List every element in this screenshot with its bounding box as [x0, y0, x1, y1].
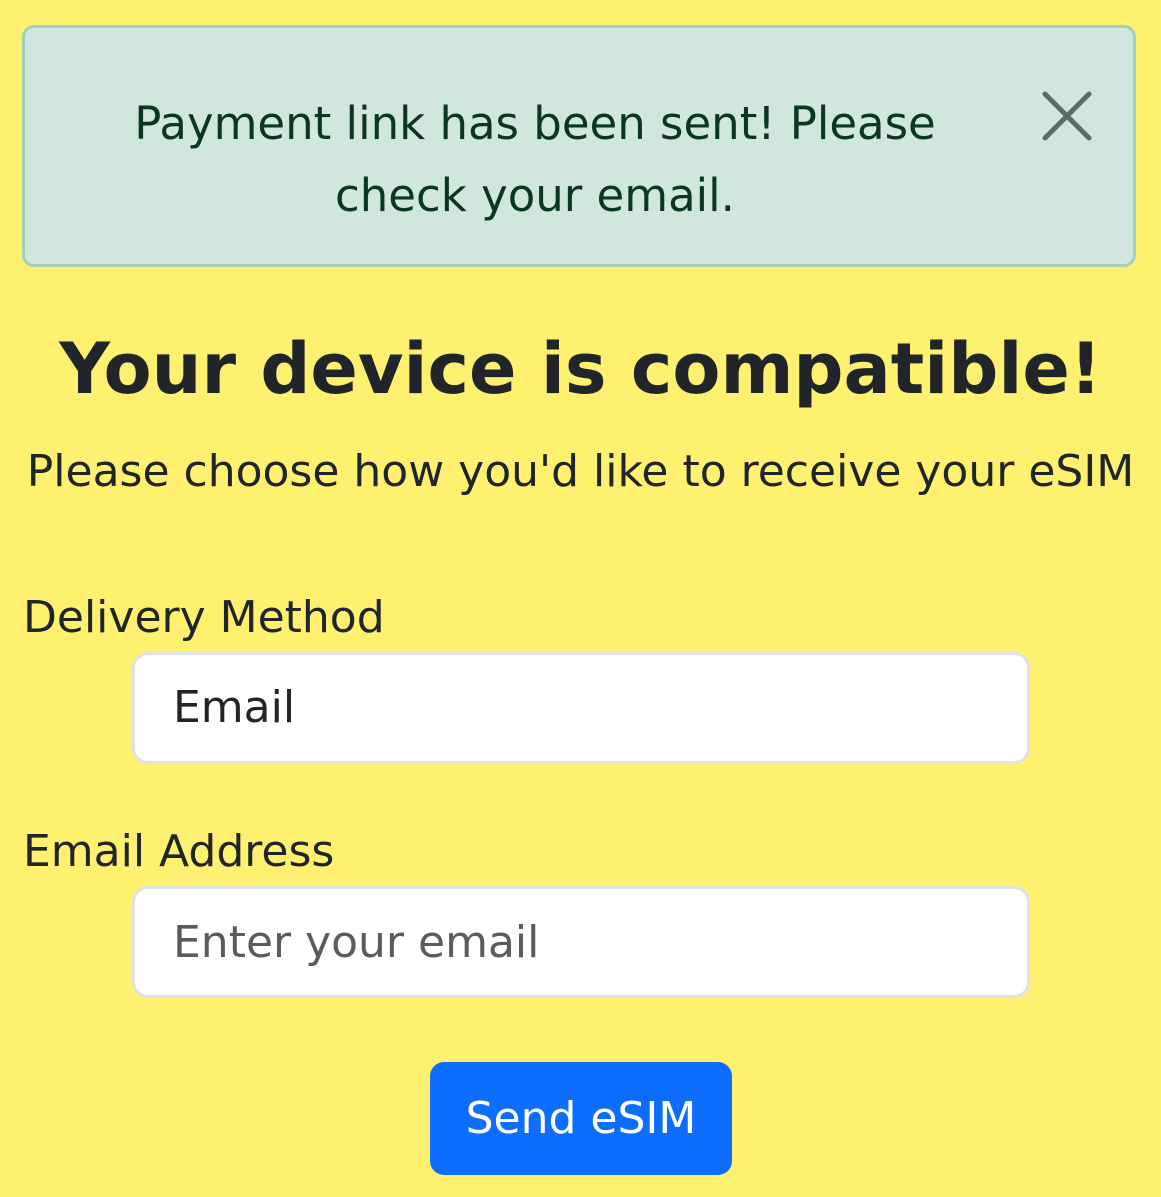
- alert-close-button[interactable]: [1037, 86, 1097, 146]
- delivery-method-label: Delivery Method: [23, 592, 385, 643]
- alert-message: Payment link has been sent! Please check…: [134, 97, 936, 222]
- success-alert: Payment link has been sent! Please check…: [22, 25, 1136, 267]
- email-address-label: Email Address: [23, 826, 335, 877]
- email-input[interactable]: [132, 886, 1030, 998]
- delivery-method-select[interactable]: Email: [132, 652, 1030, 764]
- page-title: Your device is compatible!: [59, 328, 1102, 410]
- send-esim-button[interactable]: Send eSIM: [430, 1062, 732, 1175]
- close-icon: [1042, 91, 1092, 141]
- page-subtitle: Please choose how you'd like to receive …: [26, 446, 1135, 497]
